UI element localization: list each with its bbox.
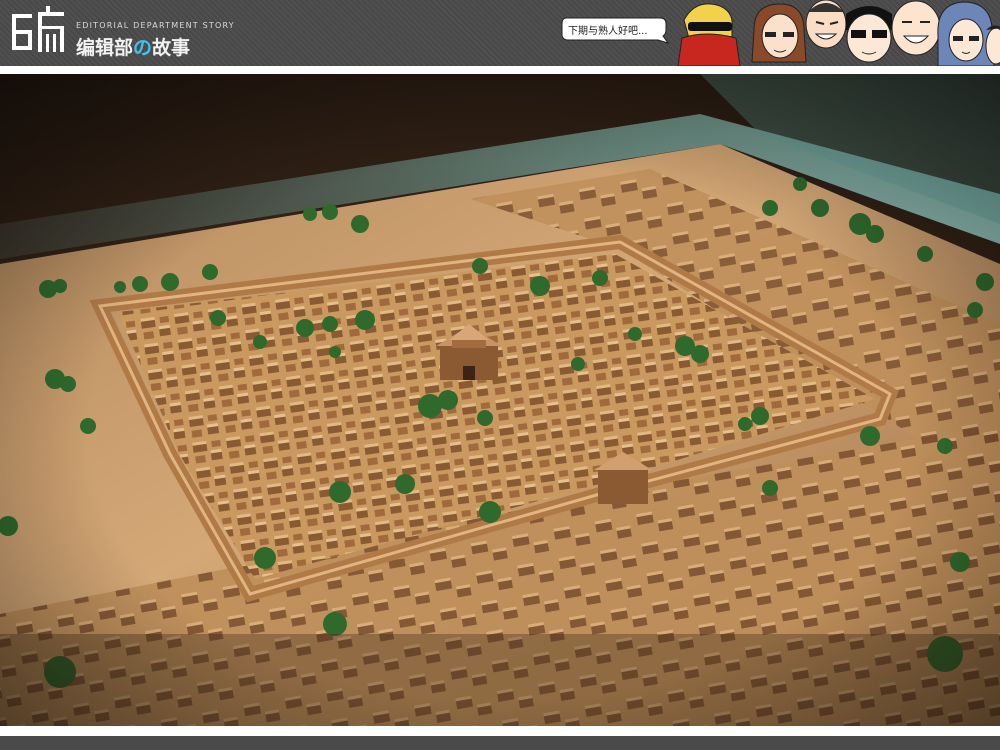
cartoon-face-icon bbox=[891, 0, 941, 56]
site-title-part2: の bbox=[133, 37, 153, 59]
cartoon-face-icon bbox=[937, 1, 995, 66]
site-title-part3: 故事 bbox=[152, 37, 191, 59]
city-model-image bbox=[0, 74, 1000, 726]
cartoon-face-icon bbox=[677, 3, 741, 66]
speech-bubble-text: 下期与熟人好吧... bbox=[568, 26, 648, 37]
cartoon-face-icon bbox=[751, 3, 807, 63]
cartoon-face-icon bbox=[846, 6, 892, 63]
site-header: EDITORIAL DEPARTMENT STORY 编辑部の故事 下期与熟人好… bbox=[0, 0, 1000, 66]
site-title-part1: 编辑部 bbox=[76, 37, 134, 59]
city-model-photo[interactable] bbox=[0, 74, 1000, 726]
site-tagline: EDITORIAL DEPARTMENT STORY bbox=[76, 21, 235, 30]
speech-bubble: 下期与熟人好吧... bbox=[560, 14, 670, 44]
site-footer-bar bbox=[0, 736, 1000, 750]
logo-mark[interactable] bbox=[10, 4, 68, 60]
header-divider bbox=[0, 66, 1000, 74]
site-title[interactable]: 编辑部の故事 bbox=[76, 33, 190, 60]
cartoon-face-icon bbox=[805, 0, 847, 49]
footer-divider bbox=[0, 726, 1000, 736]
cartoon-faces bbox=[677, 0, 1000, 66]
